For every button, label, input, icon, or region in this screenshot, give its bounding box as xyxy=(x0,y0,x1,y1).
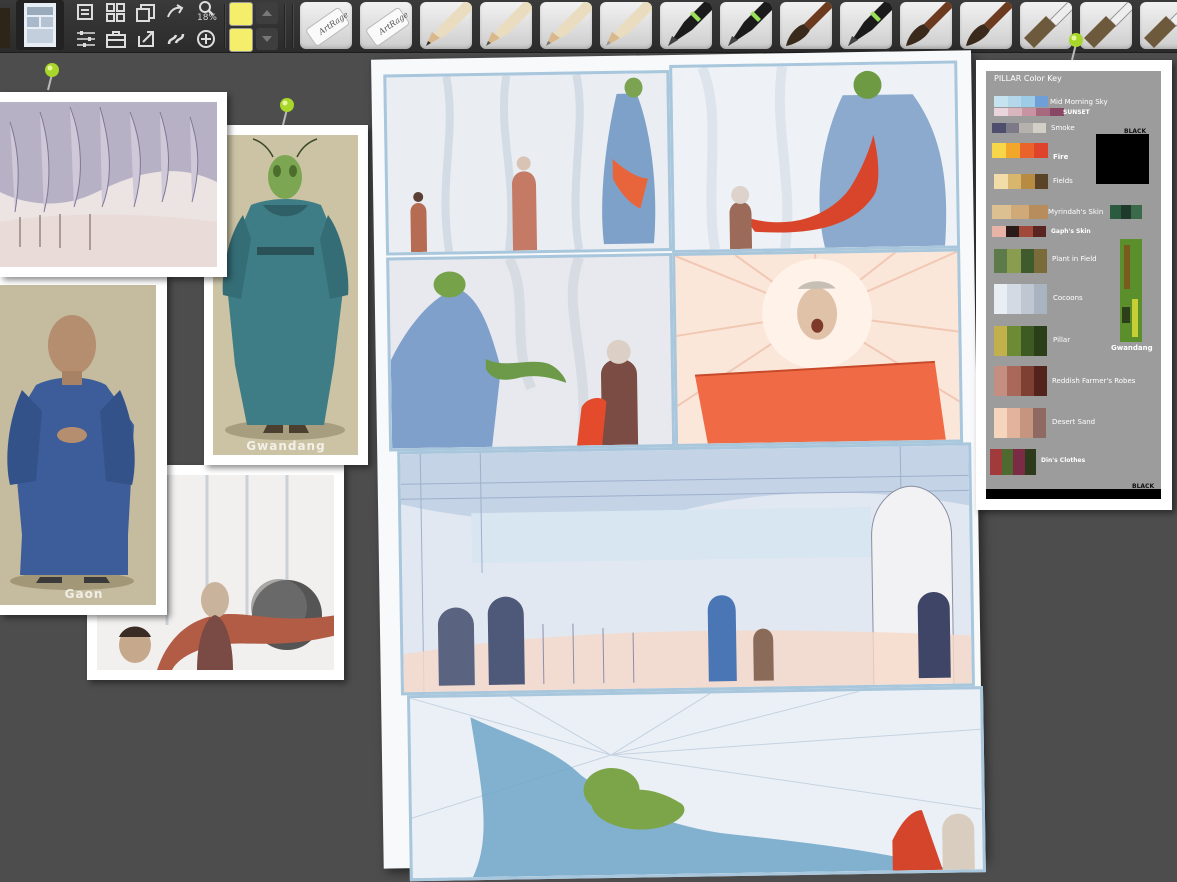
reference-image xyxy=(0,285,156,605)
pencil-tool[interactable] xyxy=(600,2,652,49)
pencil-tool[interactable] xyxy=(420,2,472,49)
swatch-strip-fire xyxy=(992,143,1048,158)
eraser-tool[interactable]: ArtRage xyxy=(300,2,352,49)
sliders-icon[interactable] xyxy=(75,28,97,50)
round-brush-tool[interactable] xyxy=(900,2,952,49)
comic-panel-5[interactable] xyxy=(397,442,975,696)
label-dins-clothes: Din's Clothes xyxy=(1041,457,1086,464)
eraser-tool[interactable]: ArtRage xyxy=(360,2,412,49)
canvas-icon[interactable] xyxy=(135,2,157,24)
pillar-color-key[interactable]: PILLAR Color Key Mid Morning Sky SUNSET … xyxy=(976,60,1172,510)
label-pillar: Pillar xyxy=(1053,336,1071,344)
doc-thumbnail-button[interactable] xyxy=(16,0,64,50)
label-mid-morning-sky: Mid Morning Sky xyxy=(1050,98,1108,106)
doc-thumbnail xyxy=(24,3,56,47)
pencil-tool[interactable] xyxy=(480,2,532,49)
swatch-strip-pillar xyxy=(994,326,1047,356)
toolbar-separator xyxy=(224,4,226,48)
grid-icon[interactable] xyxy=(105,2,127,24)
swatch-gwandang xyxy=(1120,239,1142,342)
swatch-strip-dins-clothes xyxy=(990,449,1036,475)
swatch-strip-reddish-farmers-robes xyxy=(994,366,1047,396)
swatch-strip-plant-in-field xyxy=(994,249,1047,273)
reference-gwandang[interactable]: Gwandang xyxy=(204,125,368,465)
label-cocoons: Cocoons xyxy=(1053,294,1083,302)
ink-pen-tool[interactable] xyxy=(720,2,772,49)
push-pin[interactable] xyxy=(277,97,297,127)
comic-panel-2[interactable] xyxy=(669,60,961,254)
label-reddish-farmers-robes: Reddish Farmer's Robes xyxy=(1052,377,1136,385)
comic-panel-6[interactable] xyxy=(407,686,986,882)
reference-cocoon-field[interactable] xyxy=(0,92,227,277)
left-edge-swatch[interactable] xyxy=(0,8,10,48)
swatch-strip-cocoons xyxy=(994,284,1047,314)
reference-gaon[interactable]: Gaon xyxy=(0,275,167,615)
swatch-strip-gaphs-skin xyxy=(992,226,1046,237)
label-desert-sand: Desert Sand xyxy=(1052,418,1096,426)
gwandang-caption: Gwandang xyxy=(246,439,326,453)
flat-brush-tool[interactable] xyxy=(1020,2,1072,49)
gaon-caption: Gaon xyxy=(64,587,104,601)
comic-panel-3[interactable] xyxy=(386,253,676,452)
layers-icon[interactable] xyxy=(75,2,97,24)
swatch-strip-sunset xyxy=(994,108,1064,116)
zoom-level[interactable]: 18% xyxy=(195,13,219,23)
scroll-down-button[interactable] xyxy=(256,28,278,50)
add-icon[interactable] xyxy=(195,28,217,50)
flat-brush-tool[interactable] xyxy=(1140,2,1177,49)
swatch-black xyxy=(1096,134,1149,184)
label-gwandang: Gwandang xyxy=(1111,344,1153,352)
swatch-strip-myrindahs-extra xyxy=(1110,205,1143,219)
comic-page-canvas[interactable] xyxy=(371,50,986,882)
flat-brush-tool[interactable] xyxy=(1080,2,1132,49)
reference-image xyxy=(213,135,358,455)
toolbar-separator xyxy=(292,4,294,48)
swatch-strip-desert-sand xyxy=(994,408,1046,438)
swatch-strip-fields xyxy=(994,174,1048,189)
label-gaphs-skin: Gaph's Skin xyxy=(1051,228,1091,235)
label-fields: Fields xyxy=(1053,177,1073,185)
chevron-up-icon xyxy=(262,10,272,16)
toolbar-separator xyxy=(284,4,286,48)
export-icon[interactable] xyxy=(135,28,157,50)
label-sunset: SUNSET xyxy=(1063,109,1090,116)
label-smoke: Smoke xyxy=(1051,124,1075,132)
toolbar: 18% ArtRage ArtRage xyxy=(0,0,1177,53)
label-myrindahs-skin: Myrindah's Skin xyxy=(1048,208,1104,216)
ink-pen-tool[interactable] xyxy=(660,2,712,49)
round-brush-tool[interactable] xyxy=(780,2,832,49)
comic-panel-4[interactable] xyxy=(672,248,964,447)
scroll-up-button[interactable] xyxy=(256,2,278,24)
swatch-black-bar xyxy=(986,489,1161,499)
label-fire: Fire xyxy=(1053,153,1069,161)
round-brush-tool[interactable] xyxy=(960,2,1012,49)
comic-panel-1[interactable] xyxy=(383,70,673,256)
symmetry-icon[interactable] xyxy=(165,28,187,50)
swatch-strip-mid-morning-sky xyxy=(994,96,1048,107)
pencil-tool[interactable] xyxy=(540,2,592,49)
swatch-strip-smoke xyxy=(992,123,1046,133)
ink-pen-tool[interactable] xyxy=(840,2,892,49)
push-pin[interactable] xyxy=(42,62,62,92)
chevron-down-icon xyxy=(262,36,272,42)
tracing-icon[interactable] xyxy=(165,2,187,24)
reference-image xyxy=(0,102,217,267)
push-pin[interactable] xyxy=(1066,32,1086,62)
color-key-sheet: PILLAR Color Key Mid Morning Sky SUNSET … xyxy=(986,71,1161,499)
color-key-title: PILLAR Color Key xyxy=(994,74,1062,83)
color-sample-2[interactable] xyxy=(229,28,253,52)
label-plant-in-field: Plant in Field xyxy=(1052,255,1097,263)
briefcase-icon[interactable] xyxy=(105,28,127,50)
swatch-strip-myrindahs-skin xyxy=(992,205,1049,219)
color-sample-1[interactable] xyxy=(229,2,253,26)
